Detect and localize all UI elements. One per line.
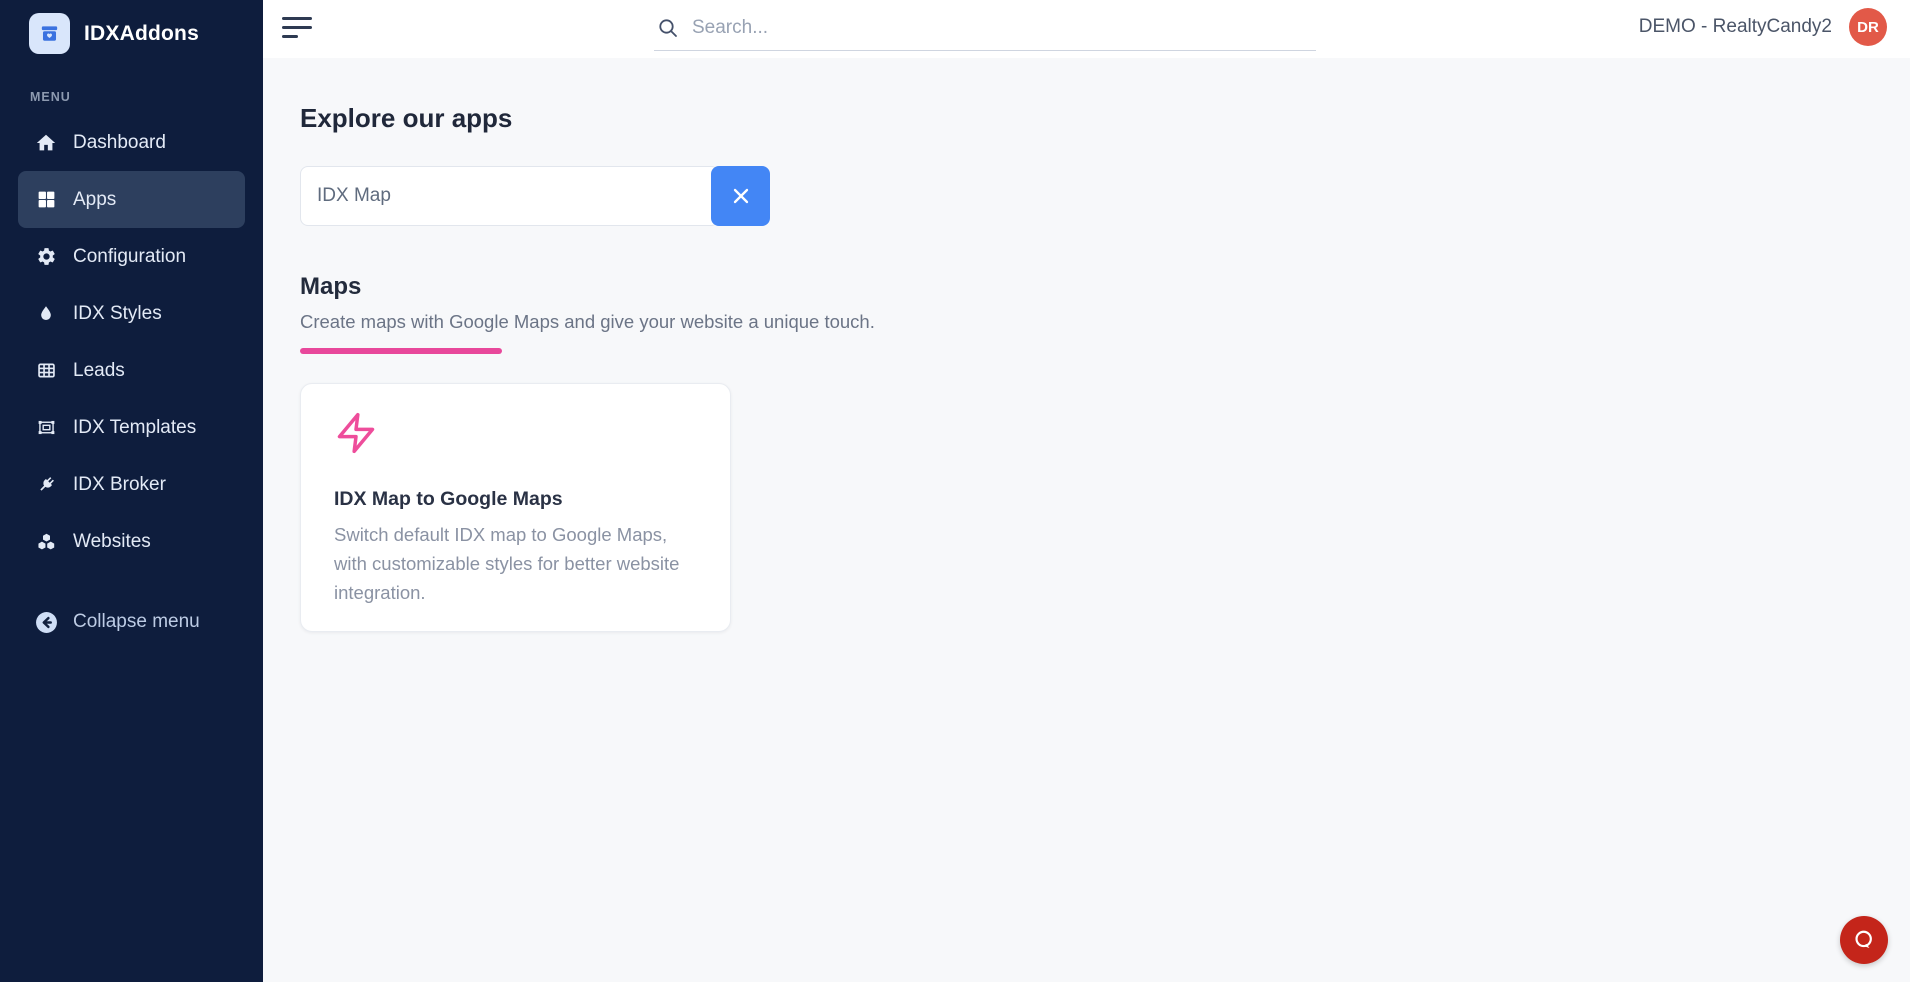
global-search-input[interactable]	[692, 17, 1316, 39]
main-page: Explore our apps Maps Create maps with G…	[263, 58, 1910, 632]
content-area: DEMO - RealtyCandy2 DR Explore our apps …	[263, 0, 1910, 982]
sidebar-item-label: Apps	[73, 189, 116, 211]
brand: IDXAddons	[0, 0, 263, 54]
category-section: Maps Create maps with Google Maps and gi…	[300, 273, 1910, 354]
home-icon	[34, 131, 58, 155]
sidebar-item-label: IDX Broker	[73, 474, 166, 496]
sidebar-item-idx-broker[interactable]: IDX Broker	[18, 456, 245, 513]
menu-toggle-button[interactable]	[282, 17, 312, 38]
category-description: Create maps with Google Maps and give yo…	[300, 311, 1910, 333]
collapse-menu-button[interactable]: Collapse menu	[18, 594, 245, 650]
sidebar: IDXAddons MENU Dashboard Apps	[0, 0, 263, 982]
topbar: DEMO - RealtyCandy2 DR	[263, 0, 1910, 58]
sidebar-item-apps[interactable]: Apps	[18, 171, 245, 228]
sidebar-item-dashboard[interactable]: Dashboard	[18, 114, 245, 171]
app-card-description: Switch default IDX map to Google Maps, w…	[334, 520, 702, 607]
app-filter-input[interactable]	[300, 166, 719, 226]
global-search	[654, 0, 1316, 51]
sidebar-item-label: IDX Styles	[73, 303, 162, 325]
account-area: DEMO - RealtyCandy2 DR	[1639, 8, 1887, 46]
app-filter	[300, 166, 1910, 226]
search-icon	[656, 16, 680, 40]
collapse-menu-label: Collapse menu	[73, 611, 200, 633]
page-title: Explore our apps	[300, 103, 1910, 134]
sidebar-item-label: Dashboard	[73, 132, 166, 154]
category-accent-bar	[300, 348, 502, 354]
table-icon	[34, 359, 58, 383]
sidebar-item-idx-templates[interactable]: IDX Templates	[18, 399, 245, 456]
app-root: IDXAddons MENU Dashboard Apps	[0, 0, 1910, 982]
app-card-idx-map-to-google-maps[interactable]: IDX Map to Google Maps Switch default ID…	[300, 383, 731, 632]
cubes-icon	[34, 530, 58, 554]
plug-icon	[34, 473, 58, 497]
sidebar-item-label: IDX Templates	[73, 417, 196, 439]
sidebar-item-idx-styles[interactable]: IDX Styles	[18, 285, 245, 342]
chat-bubble-icon	[1851, 927, 1877, 953]
sidebar-item-label: Configuration	[73, 246, 186, 268]
sidebar-nav: Dashboard Apps Configuration	[18, 114, 245, 570]
brand-name: IDXAddons	[84, 22, 199, 46]
object-group-icon	[34, 416, 58, 440]
close-icon	[731, 186, 751, 206]
app-card-title: IDX Map to Google Maps	[334, 488, 702, 511]
avatar[interactable]: DR	[1849, 8, 1887, 46]
chat-fab-button[interactable]	[1840, 916, 1888, 964]
sidebar-item-websites[interactable]: Websites	[18, 513, 245, 570]
clear-filter-button[interactable]	[711, 166, 770, 226]
account-name: DEMO - RealtyCandy2	[1639, 16, 1832, 38]
app-logo-icon	[29, 13, 70, 54]
collapse-arrow-icon	[34, 610, 58, 634]
sidebar-item-configuration[interactable]: Configuration	[18, 228, 245, 285]
sidebar-item-label: Websites	[73, 531, 151, 553]
sidebar-item-label: Leads	[73, 360, 125, 382]
grid-icon	[34, 188, 58, 212]
lightning-bolt-icon	[334, 410, 378, 456]
gear-icon	[34, 245, 58, 269]
sidebar-item-leads[interactable]: Leads	[18, 342, 245, 399]
droplet-icon	[34, 302, 58, 326]
menu-section-label: MENU	[30, 90, 263, 104]
category-title: Maps	[300, 273, 1910, 301]
